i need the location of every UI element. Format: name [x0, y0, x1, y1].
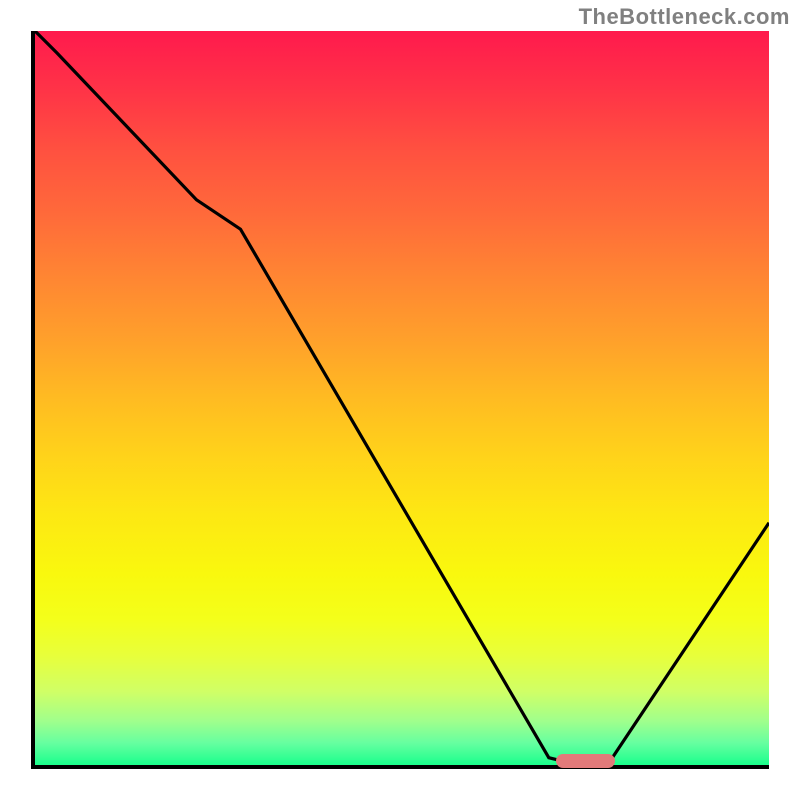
bottleneck-curve: [35, 31, 769, 765]
chart-container: TheBottleneck.com: [0, 0, 800, 800]
attribution-label: TheBottleneck.com: [579, 4, 790, 30]
optimal-marker: [556, 754, 615, 768]
plot-area: [31, 31, 769, 769]
